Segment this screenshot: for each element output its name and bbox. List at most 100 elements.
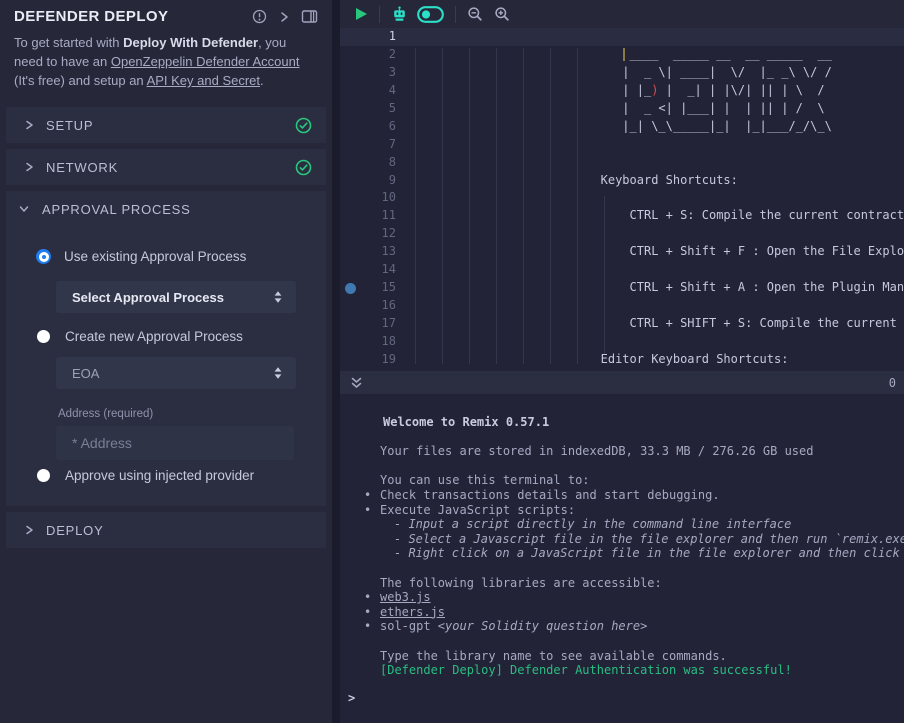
gutter-line-number[interactable]: 1 xyxy=(340,28,420,46)
zoom-out-icon[interactable] xyxy=(467,6,483,22)
panel-editor-divider[interactable] xyxy=(332,0,340,723)
toolbar-separator xyxy=(455,6,456,23)
gutter-line-number[interactable]: 6 xyxy=(340,118,420,136)
section-network-header[interactable]: NETWORK xyxy=(6,149,326,185)
section-setup-header[interactable]: SETUP xyxy=(6,107,326,143)
editor-line: | _ \| ____| \/ |_ _\ \/ / xyxy=(420,64,904,82)
chevron-right-icon xyxy=(23,160,35,174)
panel-header: DEFENDER DEPLOY xyxy=(0,0,332,25)
terminal-line: Type the library name to see available c… xyxy=(340,649,904,664)
split-panel-icon[interactable] xyxy=(301,9,318,24)
terminal-line xyxy=(340,561,904,576)
terminal-line: web3.js xyxy=(340,590,904,605)
section-setup-label: SETUP xyxy=(46,118,93,133)
gutter-line-number[interactable]: 3 xyxy=(340,64,420,82)
gutter-line-number[interactable]: 15 xyxy=(340,279,420,297)
editor-line xyxy=(420,28,904,46)
radio-injected-provider-label: Approve using injected provider xyxy=(65,468,254,483)
prompt-caret: > xyxy=(348,691,355,705)
collapse-panel-chevron-icon[interactable] xyxy=(278,10,290,24)
radio-row-injected: Approve using injected provider xyxy=(6,468,326,483)
select-approval-process[interactable]: Select Approval Process xyxy=(56,281,296,313)
chevron-down-icon xyxy=(17,202,31,216)
section-deploy-header[interactable]: DEPLOY xyxy=(6,512,326,548)
editor-line xyxy=(420,333,904,351)
section-deploy: DEPLOY xyxy=(6,512,326,548)
section-setup: SETUP xyxy=(6,107,326,143)
updown-arrows-icon xyxy=(273,366,283,380)
terminal-line: sol-gpt <your Solidity question here> xyxy=(340,619,904,634)
copilot-toggle-icon[interactable] xyxy=(417,6,444,23)
link-api-key-secret[interactable]: API Key and Secret xyxy=(147,73,260,88)
panel-title: DEFENDER DEPLOY xyxy=(14,8,252,25)
section-network-label: NETWORK xyxy=(46,160,118,175)
radio-create-new[interactable] xyxy=(37,330,50,343)
approval-body: Use existing Approval Process Select App… xyxy=(6,227,326,506)
terminal-line: ethers.js xyxy=(340,605,904,620)
defender-deploy-panel: DEFENDER DEPLOY To get started with Depl… xyxy=(0,0,332,723)
gutter-line-number[interactable]: 13 xyxy=(340,243,420,261)
gutter-line-number[interactable]: 11 xyxy=(340,207,420,225)
editor-line: ____ _____ __ __ _____ __ xyxy=(420,46,904,64)
gutter-line-number[interactable]: 17 xyxy=(340,315,420,333)
info-circle-icon[interactable] xyxy=(252,9,267,24)
gutter-line-number[interactable]: 19 xyxy=(340,351,420,369)
gutter-line-number[interactable]: 7 xyxy=(340,136,420,154)
section-approval-label: APPROVAL PROCESS xyxy=(42,202,191,217)
address-input[interactable] xyxy=(56,426,294,460)
select-approval-type[interactable]: EOA xyxy=(56,357,296,389)
gutter-line-number[interactable]: 10 xyxy=(340,189,420,207)
radio-injected-provider[interactable] xyxy=(37,469,50,482)
editor-line: | |_) | _| | |\/| || | \ / xyxy=(420,82,904,100)
editor-gutter: 12345678910111213141516171819 xyxy=(340,28,420,369)
editor-line xyxy=(420,154,904,172)
terminal[interactable]: Welcome to Remix 0.57.1Your files are st… xyxy=(340,394,904,723)
editor-line xyxy=(420,225,904,243)
run-script-icon[interactable] xyxy=(355,7,368,21)
gutter-line-number[interactable]: 14 xyxy=(340,261,420,279)
terminal-line: You can use this terminal to: xyxy=(340,473,904,488)
terminal-line: - Right click on a JavaScript file in th… xyxy=(340,546,904,561)
editor-toolbar xyxy=(340,0,904,28)
gutter-line-number[interactable]: 8 xyxy=(340,154,420,172)
zoom-in-icon[interactable] xyxy=(494,6,510,22)
breakpoint-dot[interactable] xyxy=(345,283,356,294)
editor-line: | _ <| |___| | | || | / \ xyxy=(420,100,904,118)
radio-use-existing[interactable] xyxy=(36,249,51,264)
terminal-lines: Welcome to Remix 0.57.1Your files are st… xyxy=(340,394,904,678)
radio-create-new-label: Create new Approval Process xyxy=(65,329,243,344)
terminal-line xyxy=(340,634,904,649)
chevron-right-icon xyxy=(23,118,35,132)
radio-row-existing: Use existing Approval Process xyxy=(6,249,326,264)
terminal-line: Execute JavaScript scripts: xyxy=(340,503,904,518)
gutter-line-number[interactable]: 16 xyxy=(340,297,420,315)
terminal-line: Check transactions details and start deb… xyxy=(340,488,904,503)
chevron-right-icon xyxy=(23,523,35,537)
address-label: Address (required) xyxy=(58,408,326,420)
accordion: SETUP NETWORK APPROVAL PROCESS xyxy=(0,107,332,548)
editor-line xyxy=(420,136,904,154)
terminal-line: [Defender Deploy] Defender Authenticatio… xyxy=(340,663,904,678)
gutter-line-number[interactable]: 5 xyxy=(340,100,420,118)
gutter-line-number[interactable]: 12 xyxy=(340,225,420,243)
remix-ai-robot-icon[interactable] xyxy=(391,6,408,23)
radio-use-existing-label: Use existing Approval Process xyxy=(64,249,246,264)
gutter-line-number[interactable]: 4 xyxy=(340,82,420,100)
gutter-line-number[interactable]: 9 xyxy=(340,172,420,190)
terminal-header-bar: 0 xyxy=(340,371,904,394)
network-check-icon xyxy=(295,159,312,176)
terminal-line: - Input a script directly in the command… xyxy=(340,517,904,532)
code-editor[interactable]: 12345678910111213141516171819 ____ _____… xyxy=(340,28,904,371)
terminal-line: Welcome to Remix 0.57.1 xyxy=(340,415,904,430)
radio-row-new: Create new Approval Process xyxy=(6,329,326,344)
terminal-collapse-icon[interactable] xyxy=(350,376,363,390)
editor-line: CTRL + SHIFT + S: Compile the current co… xyxy=(420,315,904,333)
gutter-line-number[interactable]: 18 xyxy=(340,333,420,351)
section-approval-header[interactable]: APPROVAL PROCESS xyxy=(6,191,326,227)
section-deploy-label: DEPLOY xyxy=(46,523,104,538)
link-openzeppelin-account[interactable]: OpenZeppelin Defender Account xyxy=(111,54,300,69)
terminal-prompt[interactable]: > xyxy=(340,691,904,706)
gutter-line-number[interactable]: 2 xyxy=(340,46,420,64)
editor-line: CTRL + Shift + F : Open the File Explore… xyxy=(420,243,904,261)
editor-line: |_| \_\_____|_| |_|___/_/\_\ xyxy=(420,118,904,136)
